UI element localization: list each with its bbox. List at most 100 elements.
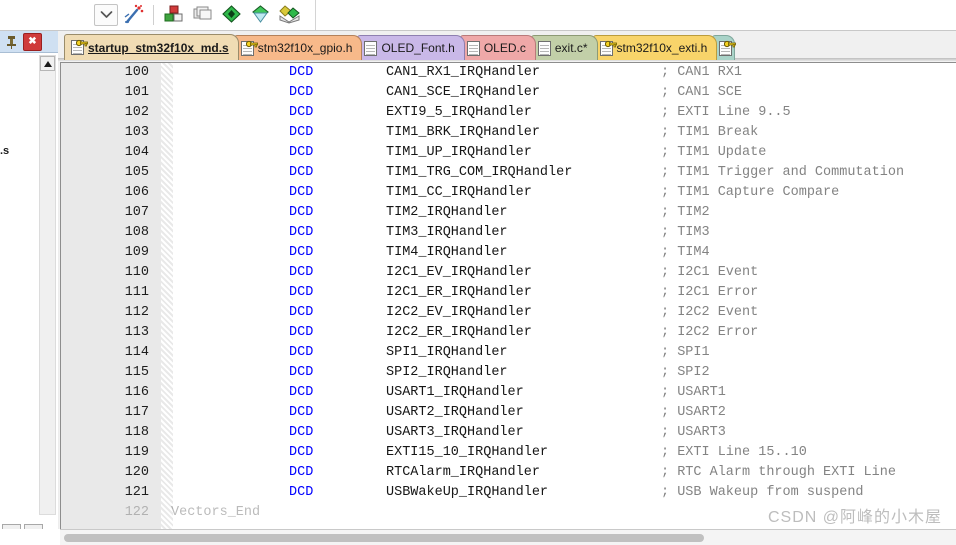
code-keyword: DCD [289, 145, 314, 160]
line-number: 121 [124, 485, 149, 500]
line-number: 107 [124, 205, 149, 220]
tab-label: stm32f10x_gpio.h [257, 41, 353, 55]
code-keyword: DCD [289, 405, 314, 420]
editor-tab-oled-c[interactable]: OLED.c [459, 35, 536, 60]
code-keyword: DCD [289, 365, 314, 380]
code-symbol: USART3_IRQHandler [386, 425, 524, 440]
code-symbol: SPI1_IRQHandler [386, 345, 508, 360]
key-icon [724, 39, 737, 48]
code-comment: ; USART2 [661, 405, 726, 420]
dock-vertical-scrollbar[interactable] [39, 55, 56, 515]
code-line[interactable]: 104 DCD TIM1_UP_IRQHandler ; TIM1 Update [61, 143, 956, 163]
code-content[interactable]: 100 DCD CAN1_RX1_IRQHandler ; CAN1 RX1 101 DC… [61, 63, 956, 529]
code-line[interactable]: 120 DCD RTCAlarm_IRQHandler ; RTC Alarm thr… [61, 463, 956, 483]
code-line[interactable]: 112 DCD I2C2_EV_IRQHandler ; I2C2 Event [61, 303, 956, 323]
line-number: 118 [124, 425, 149, 440]
horizontal-scroll-thumb[interactable] [64, 534, 704, 542]
editor-tab-stm32f10x-gpio-h[interactable]: stm32f10x_gpio.h [233, 35, 363, 60]
code-comment: ; TIM1 Break [661, 125, 759, 140]
line-number: 115 [124, 365, 149, 380]
green-packages-button[interactable] [276, 3, 303, 28]
scroll-up-button[interactable] [40, 56, 55, 71]
editor-tab-bar: startup_stm32f10x_md.s stm32f10x_gpio.h OL… [58, 31, 956, 60]
code-line[interactable]: 114 DCD SPI1_IRQHandler ; SPI1 [61, 343, 956, 363]
line-number: 106 [124, 185, 149, 200]
line-number: 111 [124, 285, 149, 300]
code-line[interactable]: 116 DCD USART1_IRQHandler ; USART1 [61, 383, 956, 403]
code-symbol: EXTI9_5_IRQHandler [386, 105, 532, 120]
code-comment: ; USB Wakeup from suspend [661, 485, 864, 500]
code-keyword: DCD [289, 385, 314, 400]
horizontal-scrollbar[interactable] [60, 529, 956, 545]
code-symbol: USBWakeUp_IRQHandler [386, 485, 549, 500]
components-button[interactable] [160, 3, 187, 28]
code-keyword: DCD [289, 85, 314, 100]
document-icon [364, 40, 378, 56]
code-line[interactable]: 117 DCD USART2_IRQHandler ; USART2 [61, 403, 956, 423]
code-line[interactable]: 111 DCD I2C1_ER_IRQHandler ; I2C1 Error [61, 283, 956, 303]
code-line[interactable]: 100 DCD CAN1_RX1_IRQHandler ; CAN1 RX1 [61, 63, 956, 83]
code-line[interactable]: 107 DCD TIM2_IRQHandler ; TIM2 [61, 203, 956, 223]
close-icon[interactable]: ✖ [23, 32, 42, 51]
windows-stack-button[interactable] [189, 3, 216, 28]
code-line[interactable]: 105 DCD TIM1_TRG_COM_IRQHandler ; TIM1 Trig… [61, 163, 956, 183]
code-line[interactable]: 121 DCD USBWakeUp_IRQHandler ; USB Wakeup f… [61, 483, 956, 503]
components-icon [163, 4, 184, 27]
code-symbol: EXTI15_10_IRQHandler [386, 445, 549, 460]
code-line[interactable]: 118 DCD USART3_IRQHandler ; USART3 [61, 423, 956, 443]
editor-tab-stm32f10x-exti-h[interactable]: stm32f10x_exti.h [592, 35, 718, 60]
code-symbol: Vectors_End [171, 505, 261, 520]
code-symbol: I2C1_EV_IRQHandler [386, 265, 532, 280]
dropdown-chevron-button[interactable] [94, 4, 118, 26]
code-line[interactable]: 110 DCD I2C1_EV_IRQHandler ; I2C1 Event [61, 263, 956, 283]
code-line[interactable]: 115 DCD SPI2_IRQHandler ; SPI2 [61, 363, 956, 383]
editor-tab-startup-stm32f10x-md-s[interactable]: startup_stm32f10x_md.s [64, 34, 239, 60]
line-number: 103 [124, 125, 149, 140]
code-comment: ; CAN1 RX1 [661, 65, 743, 80]
code-keyword: DCD [289, 245, 314, 260]
code-keyword: DCD [289, 265, 314, 280]
line-number: 117 [124, 405, 149, 420]
pin-icon[interactable] [2, 33, 20, 51]
code-keyword: DCD [289, 485, 314, 500]
code-keyword: DCD [289, 65, 314, 80]
code-comment: ; TIM1 Capture Compare [661, 185, 840, 200]
document-key-icon [240, 40, 258, 56]
toolbar [0, 0, 956, 31]
code-comment: ; USART1 [661, 385, 726, 400]
code-editor[interactable]: 100 DCD CAN1_RX1_IRQHandler ; CAN1 RX1 101 DC… [60, 62, 956, 529]
toolbar-left-spacer [0, 0, 93, 30]
green-funnel-button[interactable] [247, 3, 274, 28]
code-line[interactable]: 101 DCD CAN1_SCE_IRQHandler ; CAN1 SCE [61, 83, 956, 103]
code-line[interactable]: 109 DCD TIM4_IRQHandler ; TIM4 [61, 243, 956, 263]
code-line[interactable]: 103 DCD TIM1_BRK_IRQHandler ; TIM1 Break [61, 123, 956, 143]
code-line[interactable]: 108 DCD TIM3_IRQHandler ; TIM3 [61, 223, 956, 243]
code-keyword: DCD [289, 465, 314, 480]
line-number: 116 [124, 385, 149, 400]
code-comment: ; RTC Alarm through EXTI Line [661, 465, 896, 480]
code-comment: ; TIM2 [661, 205, 710, 220]
code-keyword: DCD [289, 205, 314, 220]
toolbar-button-group [93, 0, 304, 30]
code-line[interactable]: 102 DCD EXTI9_5_IRQHandler ; EXTI Line 9..5 [61, 103, 956, 123]
key-icon [75, 38, 88, 47]
code-line[interactable]: 119 DCD EXTI15_10_IRQHandler ; EXTI Line 15… [61, 443, 956, 463]
tab-label: startup_stm32f10x_md.s [88, 40, 229, 55]
code-line[interactable]: 122 Vectors_End [61, 503, 956, 523]
line-number: 108 [124, 225, 149, 240]
magic-wand-button[interactable] [120, 3, 147, 28]
code-symbol: RTCAlarm_IRQHandler [386, 465, 540, 480]
triangle-up-icon [43, 60, 52, 67]
code-keyword: DCD [289, 125, 314, 140]
key-icon [604, 39, 617, 48]
line-number: 120 [124, 465, 149, 480]
code-comment: ; TIM3 [661, 225, 710, 240]
code-keyword: DCD [289, 305, 314, 320]
tab-label: stm32f10x_exti.h [616, 41, 708, 55]
editor-tab-exit-c[interactable]: exit.c* [530, 35, 598, 60]
green-diamond-button[interactable] [218, 3, 245, 28]
code-line[interactable]: 106 DCD TIM1_CC_IRQHandler ; TIM1 Capture C… [61, 183, 956, 203]
editor-tab-oled-font-h[interactable]: OLED_Font.h [357, 35, 465, 60]
code-line[interactable]: 113 DCD I2C2_ER_IRQHandler ; I2C2 Error [61, 323, 956, 343]
code-keyword: DCD [289, 425, 314, 440]
